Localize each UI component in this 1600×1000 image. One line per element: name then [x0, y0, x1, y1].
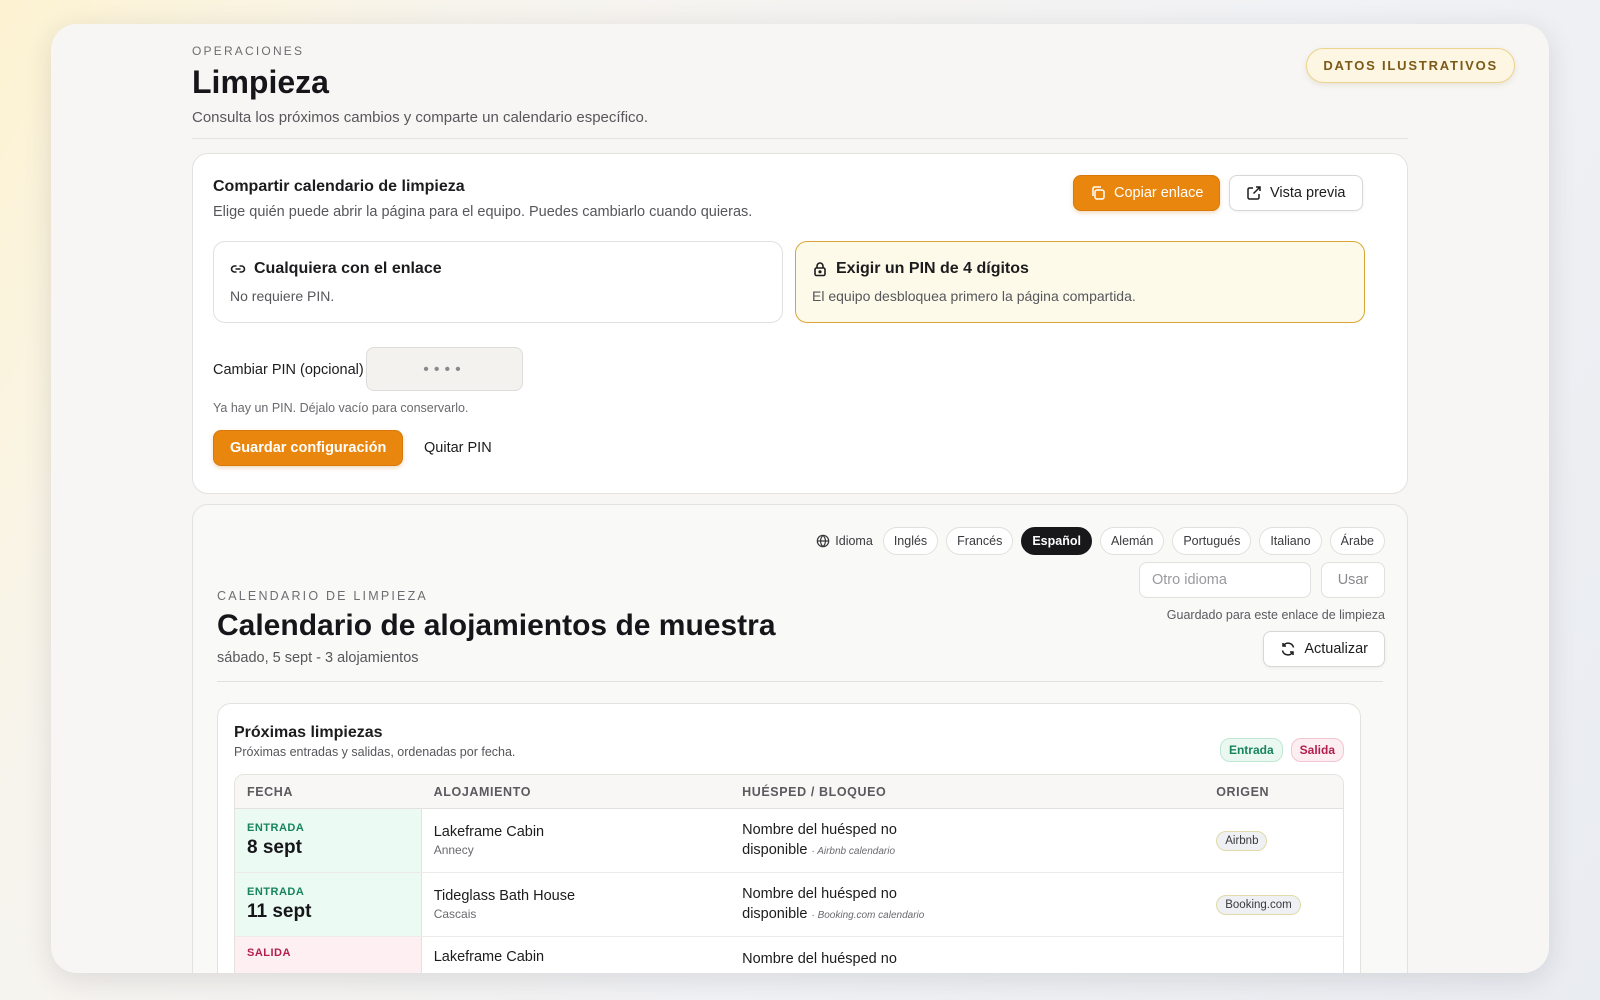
legend-salida: Salida	[1290, 738, 1344, 762]
copy-icon	[1090, 185, 1106, 201]
pin-label: Cambiar PIN (opcional)	[213, 362, 364, 378]
row-guest: Nombre del huésped no	[742, 885, 897, 902]
table-row[interactable]: ENTRADA 8 sept Lakeframe Cabin Annecy No…	[235, 809, 1343, 873]
language-chip-es[interactable]: Español	[1021, 527, 1092, 555]
row-source-note: · Airbnb calendario	[811, 845, 896, 857]
upcoming-cleanings-panel: Próximas limpiezas Próximas entradas y s…	[217, 703, 1361, 973]
column-fecha: FECHA	[247, 785, 294, 799]
option-anyone-subtitle: No requiere PIN.	[230, 288, 335, 304]
row-guest: Nombre del huésped no	[742, 951, 897, 967]
source-cell: Airbnb	[1204, 809, 1343, 872]
table-row[interactable]: SALIDA Lakeframe Cabin Nombre del huéspe…	[235, 937, 1343, 973]
guest-cell: Nombre del huésped no disponible · Booki…	[730, 873, 1204, 936]
share-calendar-card: Compartir calendario de limpieza Elige q…	[192, 153, 1408, 494]
copy-link-label: Copiar enlace	[1114, 185, 1204, 201]
external-link-icon	[1246, 185, 1262, 201]
row-kind: ENTRADA	[247, 886, 305, 898]
cleaning-calendar-card: Idioma Inglés Francés Español Alemán Por…	[192, 504, 1408, 973]
source-badge: Booking.com	[1216, 894, 1301, 915]
page-eyebrow: OPERACIONES	[192, 44, 305, 58]
language-chip-de[interactable]: Alemán	[1099, 527, 1165, 555]
source-cell: Booking.com	[1204, 873, 1343, 936]
row-kind: SALIDA	[247, 947, 291, 959]
upcoming-subtitle: Próximas entradas y salidas, ordenadas p…	[234, 745, 516, 759]
preview-label: Vista previa	[1270, 185, 1346, 201]
language-chip-it[interactable]: Italiano	[1259, 527, 1322, 555]
share-description: Elige quién puede abrir la página para e…	[213, 204, 753, 220]
copy-link-button[interactable]: Copiar enlace	[1073, 175, 1221, 211]
language-chip-en[interactable]: Inglés	[882, 527, 939, 555]
app-window: DATOS ILUSTRATIVOS OPERACIONES Limpieza …	[51, 24, 1549, 973]
column-huesped: HUÉSPED / BLOQUEO	[742, 785, 887, 799]
preview-button[interactable]: Vista previa	[1229, 175, 1363, 211]
table-header: FECHA ALOJAMIENTO HUÉSPED / BLOQUEO ORIG…	[235, 775, 1343, 809]
column-origen: ORIGEN	[1216, 785, 1270, 799]
lock-icon	[812, 261, 828, 277]
date-cell: ENTRADA 8 sept	[235, 809, 422, 872]
calendar-divider	[217, 681, 1383, 682]
language-chip-ar[interactable]: Árabe	[1329, 527, 1385, 555]
option-pin-title: Exigir un PIN de 4 dígitos	[836, 260, 1029, 277]
row-property: Tideglass Bath House	[433, 888, 576, 904]
column-alojamiento: ALOJAMIENTO	[433, 785, 532, 799]
date-cell: SALIDA	[235, 937, 422, 973]
guest-cell: Nombre del huésped no	[730, 937, 1204, 973]
save-settings-button[interactable]: Guardar configuración	[213, 430, 404, 466]
language-label: Idioma	[816, 534, 873, 548]
row-property: Lakeframe Cabin	[433, 824, 545, 840]
property-cell: Lakeframe Cabin Annecy	[422, 809, 730, 872]
upcoming-title: Próximas limpiezas	[234, 724, 383, 741]
table-row[interactable]: ENTRADA 11 sept Tideglass Bath House Cas…	[235, 873, 1343, 937]
row-date: 8 sept	[247, 837, 302, 858]
row-property: Lakeframe Cabin	[433, 949, 545, 965]
globe-icon	[816, 534, 830, 548]
row-guest-cont: disponible	[742, 841, 808, 858]
legend-entrada: Entrada	[1219, 738, 1283, 762]
pin-hint: Ya hay un PIN. Déjalo vacío para conserv…	[213, 401, 469, 415]
language-chip-pt[interactable]: Portugués	[1172, 527, 1252, 555]
page-title: Limpieza	[192, 64, 329, 100]
page-subtitle: Consulta los próximos cambios y comparte…	[192, 109, 649, 126]
refresh-label: Actualizar	[1304, 641, 1368, 657]
calendar-eyebrow: CALENDARIO DE LIMPIEZA	[217, 589, 428, 603]
calendar-title: Calendario de alojamientos de muestra	[217, 609, 776, 642]
save-settings-label: Guardar configuración	[230, 440, 387, 456]
legend: Entrada Salida	[1219, 738, 1344, 762]
use-language-button[interactable]: Usar	[1321, 562, 1385, 598]
row-source-note: · Booking.com calendario	[811, 909, 925, 921]
property-cell: Tideglass Bath House Cascais	[422, 873, 730, 936]
option-anyone-title: Cualquiera con el enlace	[254, 260, 442, 277]
row-guest: Nombre del huésped no	[742, 821, 897, 838]
guest-cell: Nombre del huésped no disponible · Airbn…	[730, 809, 1204, 872]
row-date: 11 sept	[247, 901, 312, 922]
date-cell: ENTRADA 11 sept	[235, 873, 422, 936]
option-pin-subtitle: El equipo desbloquea primero la página c…	[812, 288, 1136, 304]
refresh-button[interactable]: Actualizar	[1263, 631, 1385, 667]
property-cell: Lakeframe Cabin	[422, 937, 730, 973]
remove-pin-button[interactable]: Quitar PIN	[424, 440, 492, 456]
other-language-input[interactable]: Otro idioma	[1139, 562, 1311, 598]
source-cell	[1204, 937, 1343, 973]
cleanings-table: FECHA ALOJAMIENTO HUÉSPED / BLOQUEO ORIG…	[234, 774, 1344, 973]
link-icon	[230, 261, 246, 277]
header-divider	[192, 138, 1408, 139]
calendar-subtitle: sábado, 5 sept - 3 alojamientos	[217, 650, 419, 666]
row-city: Annecy	[433, 843, 474, 857]
share-title: Compartir calendario de limpieza	[213, 178, 465, 195]
language-chip-fr[interactable]: Francés	[946, 527, 1014, 555]
pin-input[interactable]: ••••	[366, 347, 523, 391]
option-require-pin[interactable]: Exigir un PIN de 4 dígitos El equipo des…	[795, 241, 1365, 323]
row-city: Cascais	[433, 907, 477, 921]
row-guest-cont: disponible	[742, 905, 808, 922]
saved-note: Guardado para este enlace de limpieza	[1166, 608, 1385, 622]
option-anyone-with-link[interactable]: Cualquiera con el enlace No requiere PIN…	[213, 241, 783, 323]
row-kind: ENTRADA	[247, 822, 305, 834]
page-header: OPERACIONES Limpieza Consulta los próxim…	[192, 44, 1408, 139]
refresh-icon	[1280, 641, 1296, 657]
source-badge: Airbnb	[1216, 830, 1268, 851]
language-selector: Idioma Inglés Francés Español Alemán Por…	[816, 527, 1385, 555]
